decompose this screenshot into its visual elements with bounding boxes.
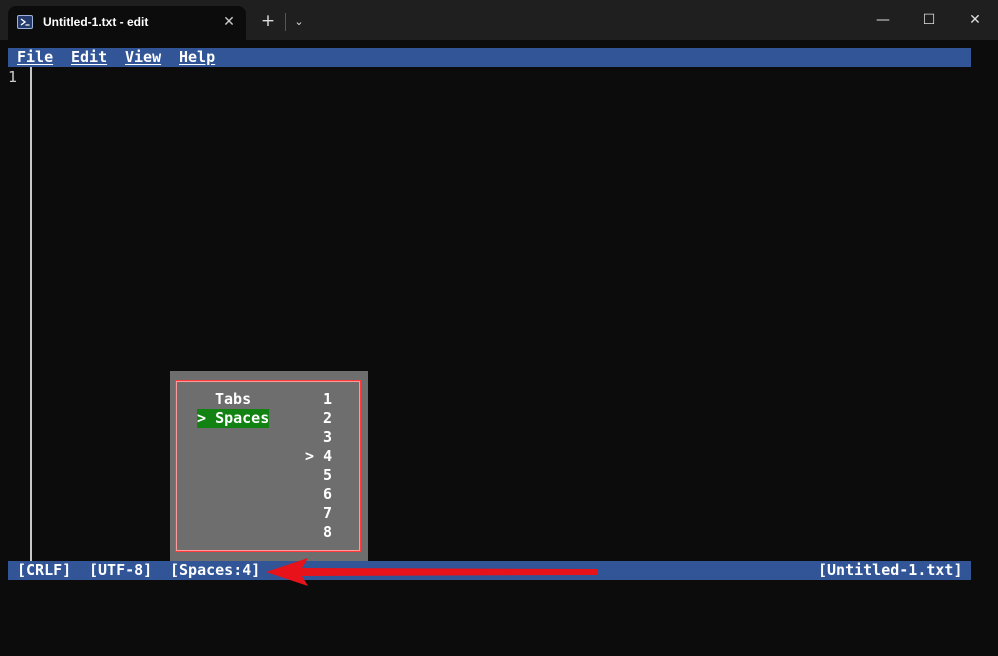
width-option-3[interactable]: 3 bbox=[323, 428, 332, 447]
width-option-7[interactable]: 7 bbox=[323, 504, 332, 523]
filename-status: [Untitled-1.txt] bbox=[818, 561, 963, 579]
width-option-4-label: 4 bbox=[323, 447, 333, 465]
close-window-button[interactable]: ✕ bbox=[952, 6, 998, 34]
maximize-button[interactable]: ☐ bbox=[906, 6, 952, 34]
annotation-arrow-icon bbox=[266, 558, 598, 586]
title-bar: Untitled-1.txt - edit ✕ + ⌄ — ☐ ✕ bbox=[0, 0, 998, 40]
width-option-4[interactable]: > 4 bbox=[305, 447, 332, 466]
tab-divider bbox=[285, 13, 286, 31]
terminal-tab[interactable]: Untitled-1.txt - edit ✕ bbox=[8, 6, 246, 40]
width-option-6[interactable]: 6 bbox=[323, 485, 332, 504]
menu-file[interactable]: File bbox=[17, 48, 53, 67]
line-ending-status[interactable]: [CRLF] bbox=[17, 561, 71, 580]
menu-bar: File Edit View Help bbox=[8, 48, 971, 67]
editor-area[interactable]: 1 bbox=[8, 67, 971, 561]
minimize-button[interactable]: — bbox=[860, 6, 906, 34]
option-spaces[interactable]: > Spaces bbox=[197, 409, 270, 428]
tab-close-icon[interactable]: ✕ bbox=[221, 14, 237, 30]
chevron-down-icon[interactable]: ⌄ bbox=[290, 11, 308, 31]
gutter-divider bbox=[30, 67, 32, 561]
menu-view[interactable]: View bbox=[125, 48, 161, 67]
width-option-5[interactable]: 5 bbox=[323, 466, 332, 485]
menu-edit[interactable]: Edit bbox=[71, 48, 107, 67]
indentation-status[interactable]: [Spaces:4] bbox=[170, 561, 260, 580]
popup-highlight-frame bbox=[175, 380, 361, 552]
selected-marker: > bbox=[305, 447, 315, 465]
indentation-popup: Tabs > Spaces 1 2 3 > 4 5 6 7 8 bbox=[170, 371, 368, 561]
powershell-icon bbox=[17, 15, 33, 29]
encoding-status[interactable]: [UTF-8] bbox=[89, 561, 152, 580]
width-option-1[interactable]: 1 bbox=[323, 390, 332, 409]
tab-title: Untitled-1.txt - edit bbox=[43, 15, 149, 29]
option-spaces-label: Spaces bbox=[215, 409, 270, 427]
option-tabs-label: Tabs bbox=[215, 390, 252, 408]
menu-help[interactable]: Help bbox=[179, 48, 215, 67]
option-tabs[interactable]: Tabs bbox=[215, 390, 251, 409]
width-option-2[interactable]: 2 bbox=[323, 409, 332, 428]
selected-marker: > bbox=[197, 409, 207, 427]
width-option-8[interactable]: 8 bbox=[323, 523, 332, 542]
new-tab-button[interactable]: + bbox=[259, 11, 277, 31]
line-number: 1 bbox=[8, 68, 18, 86]
